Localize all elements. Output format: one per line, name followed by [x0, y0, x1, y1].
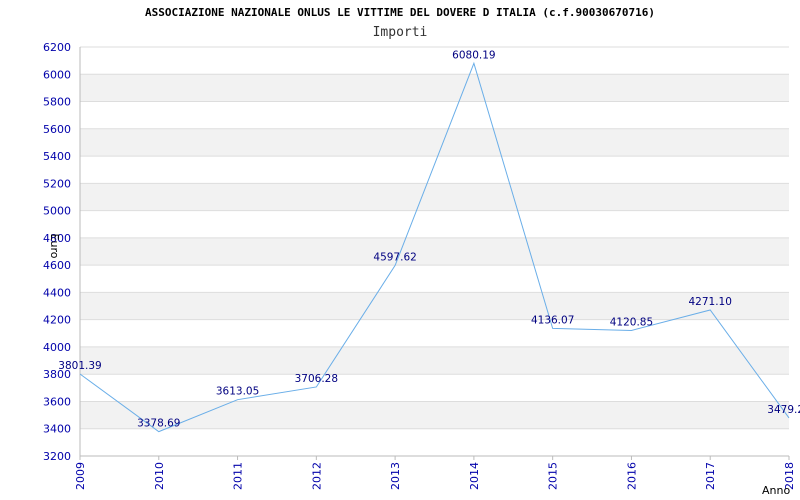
data-label: 3706.28 [295, 373, 338, 385]
grid-band [80, 292, 789, 320]
data-label: 3378.69 [137, 418, 180, 430]
y-tick-label: 3400 [43, 423, 71, 436]
x-tick-label: 2014 [468, 462, 481, 490]
grid-band [80, 265, 789, 293]
y-tick-label: 4200 [43, 314, 71, 327]
y-tick-label: 3600 [43, 395, 71, 408]
grid-band [80, 374, 789, 402]
y-tick-label: 4400 [43, 286, 71, 299]
y-tick-label: 5000 [43, 205, 71, 218]
x-tick-label: 2010 [153, 462, 166, 490]
y-tick-label: 3200 [43, 450, 71, 463]
grid-band [80, 101, 789, 129]
x-tick-label: 2013 [389, 462, 402, 490]
grid-band [80, 428, 789, 456]
x-tick-label: 2011 [232, 462, 245, 490]
y-tick-label: 4000 [43, 341, 71, 354]
data-label: 4120.85 [610, 316, 653, 328]
grid-band [80, 128, 789, 157]
x-axis-title: Anno [762, 484, 790, 497]
data-label: 4597.62 [373, 251, 416, 263]
y-tick-label: 6000 [43, 68, 71, 81]
line-chart: 3200340036003800400042004400460048005000… [43, 41, 800, 497]
grid-band [80, 346, 789, 375]
grid-band [80, 401, 789, 429]
grid-band [80, 156, 789, 184]
y-axis-title: Euro [48, 234, 61, 259]
grid-band [80, 47, 789, 75]
y-tick-label: 6200 [43, 41, 71, 54]
data-label: 4271.10 [689, 296, 732, 308]
y-tick-label: 5200 [43, 177, 71, 190]
grid-band [80, 210, 789, 238]
grid-band [80, 74, 789, 102]
grid-band [80, 237, 789, 266]
data-label: 4136.07 [531, 314, 574, 326]
y-tick-label: 5400 [43, 150, 71, 163]
x-tick-label: 2015 [547, 462, 560, 490]
y-tick-label: 5600 [43, 123, 71, 136]
grid-band [80, 183, 789, 211]
x-tick-label: 2017 [704, 462, 717, 490]
x-tick-label: 2012 [310, 462, 323, 490]
x-tick-label: 2009 [74, 462, 87, 490]
grid-band [80, 319, 789, 347]
data-label: 3801.39 [58, 360, 101, 372]
data-label: 3613.05 [216, 386, 259, 398]
chart-container: ASSOCIAZIONE NAZIONALE ONLUS LE VITTIME … [0, 0, 800, 500]
y-tick-label: 4600 [43, 259, 71, 272]
data-label: 6080.19 [452, 49, 495, 61]
y-tick-label: 5800 [43, 96, 71, 109]
data-label: 3479.20 [767, 404, 800, 416]
x-tick-label: 2016 [625, 462, 638, 490]
